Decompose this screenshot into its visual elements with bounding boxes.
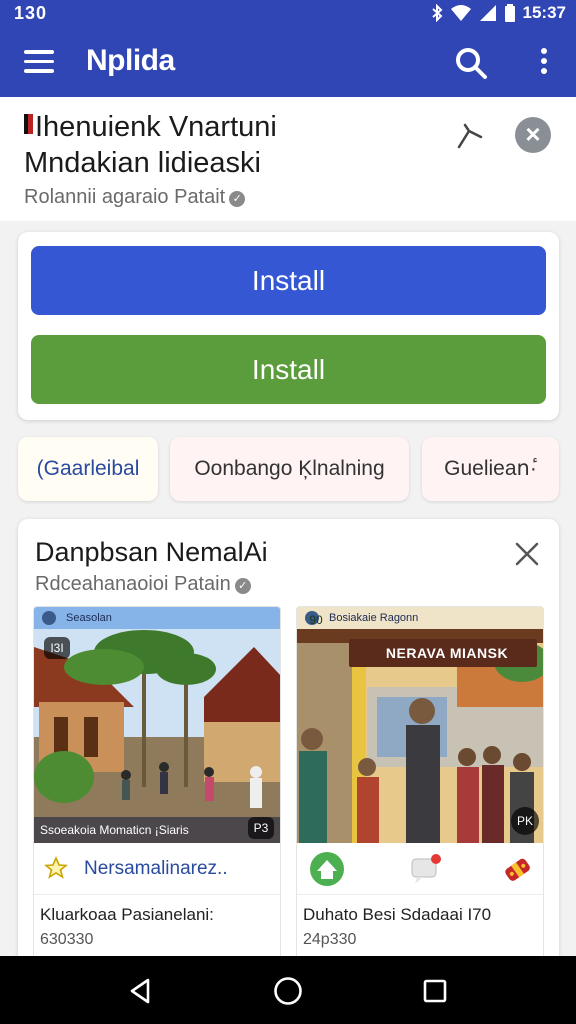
app-bar: 130 15:37 Nplida <box>0 0 576 97</box>
photo-header: Bosiakaie Ragonn <box>297 607 543 629</box>
listing-header: Ihenuienk Vnartuni Mndakian lidieaski Ro… <box>0 97 576 221</box>
feed-subtitle: Rdceahanaoioi Patain ✓ <box>35 573 251 596</box>
menu-icon[interactable] <box>24 50 54 74</box>
avatar <box>42 611 56 625</box>
page-title: Ihenuienk Vnartuni Mndakian lidieaski <box>24 109 424 181</box>
bluetooth-icon <box>431 4 442 22</box>
star-icon[interactable] <box>44 856 68 880</box>
install-button-secondary[interactable]: Install <box>31 335 546 404</box>
feed-title: Danpbsan NemalAi <box>35 537 268 567</box>
post-card[interactable]: Bosiakaie Ragonn NERAVA MIANSK 90 PK Duh… <box>296 606 544 961</box>
post-price: 630330 <box>40 931 94 948</box>
photo-badge: 90 <box>309 613 323 627</box>
post-title: Kluarkoaa Pasianelani: <box>40 905 214 924</box>
verified-icon: ✓ <box>229 191 246 207</box>
signal-icon <box>479 5 496 21</box>
village-photo <box>34 607 280 843</box>
battery-icon <box>504 4 515 22</box>
toolbar: Nplida <box>0 38 576 88</box>
gift-icon[interactable] <box>499 851 535 887</box>
status-left-time: 130 <box>14 3 48 23</box>
photo-corner-badge: PK <box>511 807 539 835</box>
install-card: Install Install <box>18 232 559 420</box>
verified-icon: ✓ <box>234 578 251 594</box>
title-line-1-text: Ihenuienk Vnartuni <box>35 111 277 143</box>
feed-card: Danpbsan NemalAi Rdceahanaoioi Patain✓ <box>18 519 559 979</box>
home-up-icon[interactable] <box>309 851 345 887</box>
photo-corner-badge: P3 <box>248 817 274 839</box>
chip-1[interactable]: (Gaarleibal <box>18 437 158 501</box>
photo-header-text: Bosiakaie Ragonn <box>329 612 419 624</box>
more-vert-icon[interactable] <box>538 48 550 78</box>
page-subtitle: Rolannii agaraio Patait ✓ <box>24 186 246 209</box>
market-photo <box>297 607 543 843</box>
close-icon[interactable] <box>512 539 542 569</box>
close-icon[interactable]: × <box>515 117 551 153</box>
post-action-row <box>297 843 543 895</box>
post-price: 24p330 <box>303 931 357 948</box>
recents-icon[interactable] <box>420 976 450 1006</box>
title-line-1: Ihenuienk Vnartuni <box>24 109 424 145</box>
system-nav-bar <box>0 956 576 1024</box>
share-icon[interactable] <box>455 121 485 151</box>
home-icon[interactable] <box>272 975 304 1007</box>
subtitle-text: Rolannii agaraio Patait <box>24 186 226 208</box>
photo-header: Seasolan <box>34 607 280 629</box>
feed-subtitle-text: Rdceahanaoioi Patain <box>35 573 231 595</box>
status-bar: 130 15:37 <box>0 0 576 28</box>
post-photo: Seasolan I3I Ssoeakoia Momaticn ¡Siaris … <box>34 607 280 843</box>
search-icon[interactable] <box>454 46 488 80</box>
status-icons: 15:37 <box>431 3 566 23</box>
chip-2[interactable]: Oonbango Ķlnalning <box>170 437 409 501</box>
wifi-icon <box>450 5 471 21</box>
post-action-row[interactable]: Nersamalinarez.. <box>34 843 280 895</box>
title-line-2: Mndakian lidieaski <box>24 147 261 179</box>
chip-3[interactable]: Guelieanٔ· <box>422 437 559 501</box>
flag-icon <box>24 114 33 134</box>
post-card[interactable]: Seasolan I3I Ssoeakoia Momaticn ¡Siaris … <box>33 606 281 961</box>
post-photo: Bosiakaie Ragonn NERAVA MIANSK 90 PK <box>297 607 543 843</box>
back-icon[interactable] <box>126 976 156 1006</box>
app-title: Nplida <box>86 44 175 77</box>
photo-badge: I3I <box>44 637 70 659</box>
post-title: Duhato Besi Sdadaai I70 <box>303 905 492 924</box>
photo-header-text: Seasolan <box>66 612 112 624</box>
photo-caption: Ssoeakoia Momaticn ¡Siaris <box>34 817 280 843</box>
status-clock: 15:37 <box>522 3 566 22</box>
post-action-label: Nersamalinarez.. <box>84 858 228 879</box>
install-button-primary[interactable]: Install <box>31 246 546 315</box>
photo-banner: NERAVA MIANSK <box>385 645 509 661</box>
comment-icon[interactable] <box>407 851 443 887</box>
